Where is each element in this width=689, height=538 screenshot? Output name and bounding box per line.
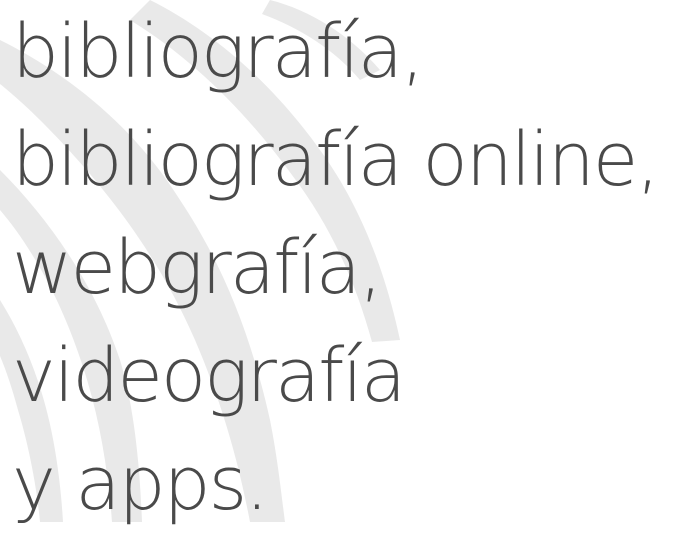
- heading-line-1: bibliografía,: [12, 9, 425, 95]
- heading-line-2: bibliografía online,: [12, 117, 660, 203]
- heading-line-4: videografía: [12, 333, 406, 419]
- heading: bibliografía, bibliografía online, webgr…: [12, 0, 660, 538]
- heading-line-3: webgrafía,: [12, 225, 383, 311]
